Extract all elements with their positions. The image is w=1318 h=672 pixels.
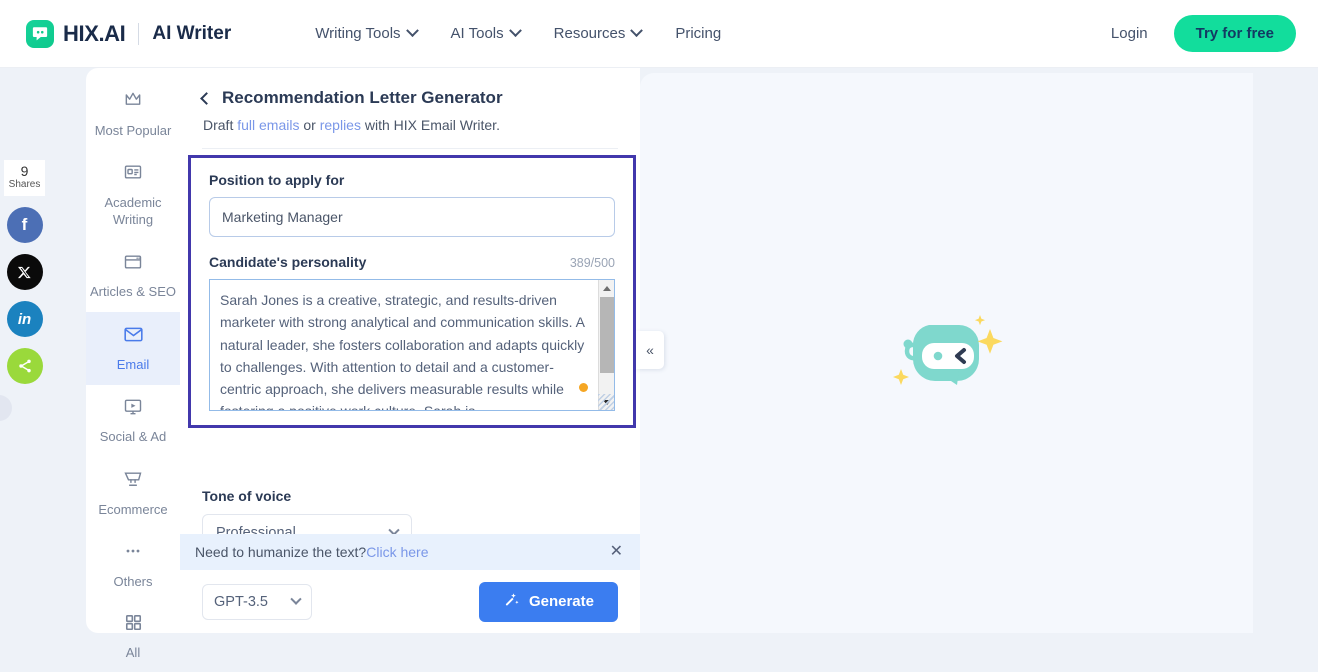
share-count-label: Shares [4,179,45,190]
textarea-scrollbar[interactable] [598,280,614,410]
sidebar-item-all[interactable]: All [86,601,180,672]
generator-form-panel: Recommendation Letter Generator Draft fu… [180,68,640,633]
collapse-panel-button[interactable]: « [636,331,664,369]
chevron-down-icon [290,593,301,604]
grid-icon [124,613,143,637]
panel-subtitle: Draft full emails or replies with HIX Em… [202,117,618,133]
sidebar-item-label: Email [117,356,150,374]
tone-label: Tone of voice [202,488,618,504]
facebook-share-icon[interactable]: f [7,207,43,243]
preview-panel [640,73,1253,633]
nav-item-writing-tools[interactable]: Writing Tools [301,17,430,50]
logo-divider [138,23,139,45]
top-header: HIX.AI AI Writer Writing Tools AI Tools … [0,0,1318,68]
sidebar-item-most-popular[interactable]: Most Popular [86,78,180,150]
sidebar-item-others[interactable]: Others [86,529,180,601]
resize-grip[interactable] [598,394,614,410]
magic-wand-icon [503,591,520,612]
subtitle-pre: Draft [203,117,237,133]
humanize-link[interactable]: Click here [366,544,428,560]
sidebar-item-label: Ecommerce [98,501,167,519]
chat-bubble-icon [26,20,54,48]
nav-label: Writing Tools [315,25,400,42]
login-link[interactable]: Login [1111,25,1148,42]
scrollbar-thumb[interactable] [600,297,614,373]
sidebar-item-ecommerce[interactable]: Ecommerce [86,457,180,529]
sidebar-item-articles-seo[interactable]: Articles & SEO [86,240,180,312]
twitter-x-share-icon[interactable] [7,254,43,290]
panel-header: Recommendation Letter Generator Draft fu… [180,68,640,149]
form-action-bar: GPT-3.5 Generate [180,570,640,633]
crown-icon [123,90,143,115]
try-for-free-button[interactable]: Try for free [1174,15,1296,52]
sidebar-item-email[interactable]: Email [86,312,180,385]
sidebar-item-label: Academic Writing [90,194,176,229]
logo[interactable]: HIX.AI AI Writer [26,20,231,48]
shopping-cart-icon [123,469,143,494]
humanize-text: Need to humanize the text? [195,544,366,560]
chevron-down-icon [630,24,643,37]
hix-mascot-icon [887,303,1007,403]
social-share-rail: 9 Shares f in [4,160,45,384]
position-input[interactable] [209,197,615,237]
subtitle-post: with HIX Email Writer. [361,117,500,133]
ellipsis-icon [123,541,143,566]
envelope-icon [123,324,144,350]
tool-category-sidebar: Most Popular Academic Writing Articles &… [86,68,180,633]
page-title: Recommendation Letter Generator [202,88,618,108]
personality-textarea[interactable]: Sarah Jones is a creative, strategic, an… [209,279,615,411]
scroll-up-icon[interactable] [599,280,615,296]
model-select[interactable]: GPT-3.5 [202,584,312,620]
logo-text: HIX.AI [63,21,125,47]
humanize-banner: Need to humanize the text? Click here ✕ [180,534,640,570]
sidebar-item-label: Most Popular [95,122,172,140]
sidebar-item-label: Others [113,573,152,591]
product-name: AI Writer [152,23,231,45]
monitor-play-icon [123,397,143,422]
share-icon[interactable] [7,348,43,384]
linkedin-share-icon[interactable]: in [7,301,43,337]
sidebar-item-social-ad[interactable]: Social & Ad [86,385,180,457]
chevron-down-icon [509,24,522,37]
generate-label: Generate [529,593,594,610]
nav-item-resources[interactable]: Resources [540,17,656,50]
subtitle-mid: or [299,117,319,133]
chevron-left-icon[interactable] [200,92,213,105]
personality-text: Sarah Jones is a creative, strategic, an… [210,280,597,410]
header-actions: Login Try for free [1111,15,1296,52]
sidebar-item-label: Social & Ad [100,428,167,446]
chevron-down-icon [406,24,419,37]
replies-link[interactable]: replies [320,117,361,133]
browser-window-icon [123,252,143,277]
sidebar-item-academic-writing[interactable]: Academic Writing [86,150,180,240]
page-title-text: Recommendation Letter Generator [222,88,503,108]
highlighted-input-group: Position to apply for Candidate's person… [188,155,636,428]
edge-decoration [0,395,12,421]
full-emails-link[interactable]: full emails [237,117,299,133]
sidebar-item-label: Articles & SEO [90,283,176,301]
nav-label: Pricing [675,25,721,42]
generate-button[interactable]: Generate [479,582,618,622]
close-icon[interactable]: ✕ [610,544,623,560]
share-count-box: 9 Shares [4,160,45,196]
header-divider [202,148,618,149]
nav-item-pricing[interactable]: Pricing [661,17,735,50]
model-value: GPT-3.5 [214,594,268,610]
nav-label: AI Tools [451,25,504,42]
status-dot [579,383,588,392]
id-card-icon [123,162,143,187]
main-nav: Writing Tools AI Tools Resources Pricing [301,17,735,50]
share-count: 9 [4,164,45,179]
sidebar-item-label: All [126,644,140,662]
nav-label: Resources [554,25,626,42]
position-label: Position to apply for [209,172,615,188]
nav-item-ai-tools[interactable]: AI Tools [437,17,534,50]
personality-label: Candidate's personality [209,254,366,270]
character-counter: 389/500 [570,256,615,270]
